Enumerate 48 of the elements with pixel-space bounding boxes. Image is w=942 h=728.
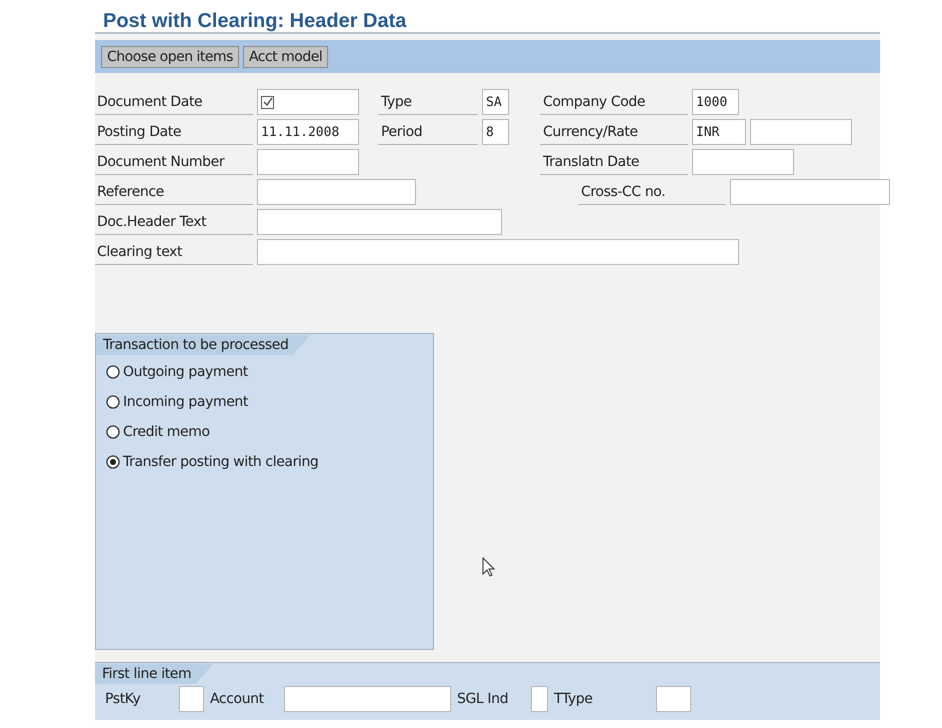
input-field[interactable]	[531, 686, 548, 712]
input-field[interactable]: 11.11.2008	[257, 119, 359, 145]
date-field[interactable]	[257, 89, 359, 115]
field-label: Period	[378, 119, 478, 145]
page-title: Post with Clearing: Header Data	[102, 9, 408, 32]
radio-option[interactable]: Transfer posting with clearing	[96, 447, 433, 477]
input-field[interactable]	[692, 149, 794, 175]
input-field[interactable]	[257, 149, 359, 175]
radio-option[interactable]: Incoming payment	[96, 387, 433, 417]
input-field[interactable]	[179, 686, 204, 712]
input-field[interactable]	[656, 686, 691, 712]
input-field[interactable]: 1000	[692, 89, 739, 115]
radio-option[interactable]: Outgoing payment	[96, 357, 433, 387]
field-label: PstKy	[104, 691, 142, 707]
input-field[interactable]	[750, 119, 852, 145]
field-label: Clearing text	[95, 239, 253, 265]
field-label: Translatn Date	[540, 149, 688, 175]
group-title: Transaction to be processed	[96, 335, 310, 355]
field-label: SGL Ind	[456, 691, 510, 707]
field-label: Doc.Header Text	[95, 209, 253, 235]
radio-button[interactable]	[106, 425, 120, 439]
input-field[interactable]	[257, 179, 416, 205]
field-label: Type	[378, 89, 478, 115]
radio-button[interactable]	[106, 365, 120, 379]
field-label: Reference	[95, 179, 253, 205]
input-field[interactable]: SA	[482, 89, 509, 115]
field-label: TType	[553, 691, 594, 707]
toolbar-button[interactable]: Choose open items	[101, 46, 239, 68]
input-field[interactable]	[257, 239, 739, 265]
input-field[interactable]: 8	[482, 119, 509, 145]
field-label: Company Code	[540, 89, 688, 115]
toolbar-button[interactable]: Acct model	[242, 46, 328, 68]
group-title: First line item	[95, 664, 214, 684]
field-label: Currency/Rate	[540, 119, 688, 145]
input-field[interactable]	[284, 686, 451, 712]
input-field[interactable]	[730, 179, 890, 205]
field-label: Document Number	[95, 149, 253, 175]
field-label: Document Date	[95, 89, 253, 115]
input-field[interactable]: INR	[692, 119, 746, 145]
radio-option[interactable]: Credit memo	[96, 417, 433, 447]
radio-button[interactable]	[106, 395, 120, 409]
input-field[interactable]	[257, 209, 502, 235]
mouse-pointer-icon	[482, 557, 495, 577]
field-label: Account	[209, 691, 265, 707]
radio-button[interactable]	[106, 455, 120, 469]
field-label: Cross-CC no.	[578, 179, 726, 205]
checkmark-icon	[261, 96, 274, 108]
field-label: Posting Date	[95, 119, 253, 145]
